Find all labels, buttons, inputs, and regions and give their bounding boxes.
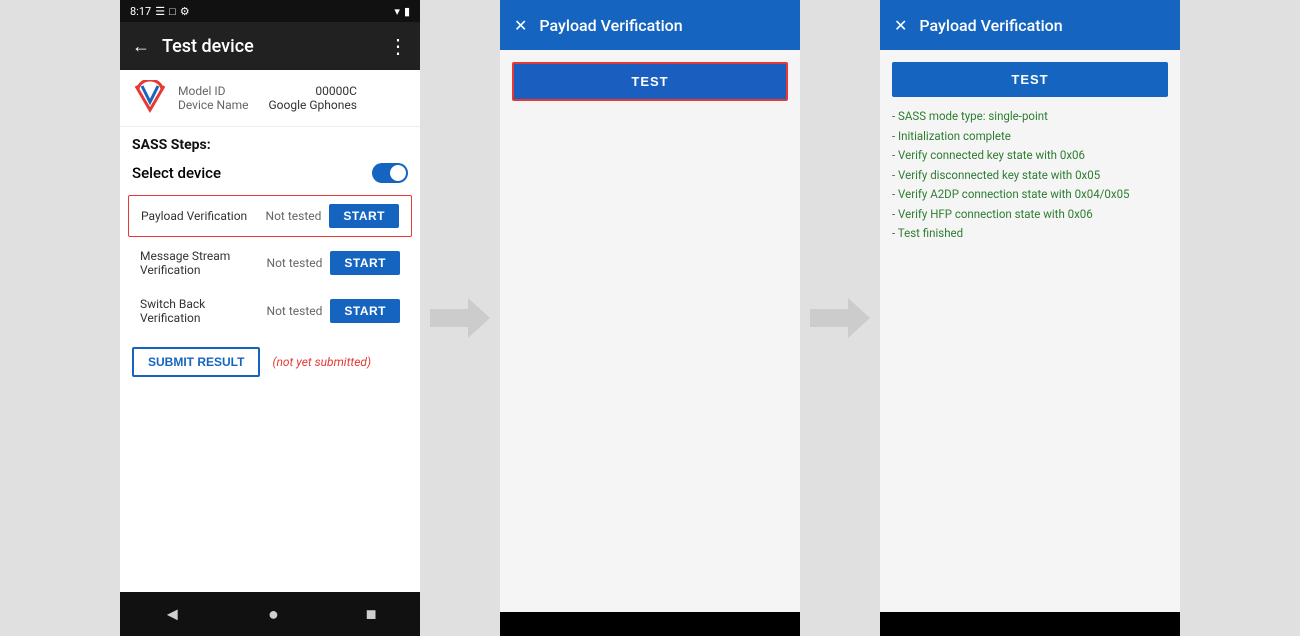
test-status-switch: Not tested — [267, 304, 323, 318]
arrow-head-2 — [848, 298, 870, 338]
test-name-payload: Payload Verification — [141, 209, 258, 223]
status-time: 8:17 — [130, 5, 151, 18]
result-line-6: - Verify HFP connection state with 0x06 — [892, 205, 1168, 225]
model-id-label: Model ID — [178, 84, 225, 98]
back-icon[interactable]: ← — [132, 36, 150, 57]
status-bar: 8:17 ☰ □ ⚙ ▾ ▮ — [120, 0, 420, 22]
arrow-body-1 — [430, 309, 472, 327]
settings-icon: ⚙ — [180, 5, 190, 18]
test-name-switch: Switch Back Verification — [140, 297, 259, 325]
test-results: - SASS mode type: single-point - Initial… — [892, 107, 1168, 244]
result-line-1: - SASS mode type: single-point — [892, 107, 1168, 127]
dialog-header-1: ✕ Payload Verification — [500, 0, 800, 50]
status-bar-left: 8:17 ☰ □ ⚙ — [130, 5, 190, 18]
select-device-toggle[interactable] — [372, 163, 408, 183]
app-bar-title: Test device — [162, 36, 388, 57]
result-line-7: - Test finished — [892, 224, 1168, 244]
model-id-row: Model ID 00000C — [178, 84, 357, 98]
submit-status: (not yet submitted) — [272, 355, 371, 369]
switch-back-row: Switch Back Verification Not tested STAR… — [128, 289, 412, 333]
submit-result-button[interactable]: SUBMIT RESULT — [132, 347, 260, 377]
device-info: Model ID 00000C Device Name Google Gphon… — [120, 70, 420, 127]
dialog-screen-1: ✕ Payload Verification TEST — [500, 0, 800, 636]
recent-nav-icon[interactable]: ■ — [366, 604, 377, 625]
back-nav-icon[interactable]: ◄ — [163, 604, 181, 625]
start-button-switch[interactable]: START — [330, 299, 400, 323]
result-line-2: - Initialization complete — [892, 127, 1168, 147]
arrow-1 — [420, 0, 500, 636]
arrow-body-2 — [810, 309, 852, 327]
device-details: Model ID 00000C Device Name Google Gphon… — [178, 84, 357, 112]
submit-row: SUBMIT RESULT (not yet submitted) — [120, 335, 420, 389]
notification-icon: □ — [169, 5, 176, 18]
arrow-2 — [800, 0, 880, 636]
device-logo — [132, 80, 168, 116]
dialog-bottom-bar-1 — [500, 612, 800, 636]
test-button-plain-2[interactable]: TEST — [892, 62, 1168, 97]
wifi-icon: ▾ — [394, 5, 400, 18]
result-line-5: - Verify A2DP connection state with 0x04… — [892, 185, 1168, 205]
test-name-message: Message Stream Verification — [140, 249, 259, 277]
arrow-shape-2 — [810, 298, 870, 338]
dialog-body-2: TEST - SASS mode type: single-point - In… — [880, 50, 1180, 612]
test-status-message: Not tested — [267, 256, 323, 270]
dialog-body-1: TEST — [500, 50, 800, 612]
select-device-row: Select device — [120, 157, 420, 193]
sass-steps-label: SASS Steps: — [120, 127, 420, 157]
device-name-row: Device Name Google Gphones — [178, 98, 357, 112]
test-status-payload: Not tested — [266, 209, 322, 223]
payload-verification-row: Payload Verification Not tested START — [128, 195, 412, 237]
status-bar-right: ▾ ▮ — [394, 5, 410, 18]
phone-nav-bar: ◄ ● ■ — [120, 592, 420, 636]
arrow-head-1 — [468, 298, 490, 338]
dialog-screen-2: ✕ Payload Verification TEST - SASS mode … — [880, 0, 1180, 636]
dialog-title-2: Payload Verification — [919, 16, 1062, 35]
phone-screen: 8:17 ☰ □ ⚙ ▾ ▮ ← Test device ⋮ — [120, 0, 420, 636]
test-button-outlined-1[interactable]: TEST — [512, 62, 788, 101]
app-bar: ← Test device ⋮ — [120, 22, 420, 70]
sim-icon: ☰ — [155, 5, 165, 18]
start-button-payload[interactable]: START — [329, 204, 399, 228]
result-line-4: - Verify disconnected key state with 0x0… — [892, 166, 1168, 186]
model-id-value: 00000C — [315, 84, 357, 98]
device-name-label: Device Name — [178, 98, 249, 112]
dialog-close-icon-2[interactable]: ✕ — [894, 16, 907, 35]
result-line-3: - Verify connected key state with 0x06 — [892, 146, 1168, 166]
arrow-shape-1 — [430, 298, 490, 338]
dialog-bottom-bar-2 — [880, 612, 1180, 636]
device-name-value: Google Gphones — [269, 98, 357, 112]
menu-icon[interactable]: ⋮ — [388, 34, 408, 58]
select-device-label: Select device — [132, 164, 221, 182]
battery-icon: ▮ — [404, 5, 410, 18]
dialog-close-icon-1[interactable]: ✕ — [514, 16, 527, 35]
dialog-title-1: Payload Verification — [539, 16, 682, 35]
message-stream-row: Message Stream Verification Not tested S… — [128, 241, 412, 285]
phone-app-screen: ← Test device ⋮ Model ID 00000C Device N… — [120, 22, 420, 592]
home-nav-icon[interactable]: ● — [268, 604, 279, 625]
dialog-header-2: ✕ Payload Verification — [880, 0, 1180, 50]
start-button-message[interactable]: START — [330, 251, 400, 275]
